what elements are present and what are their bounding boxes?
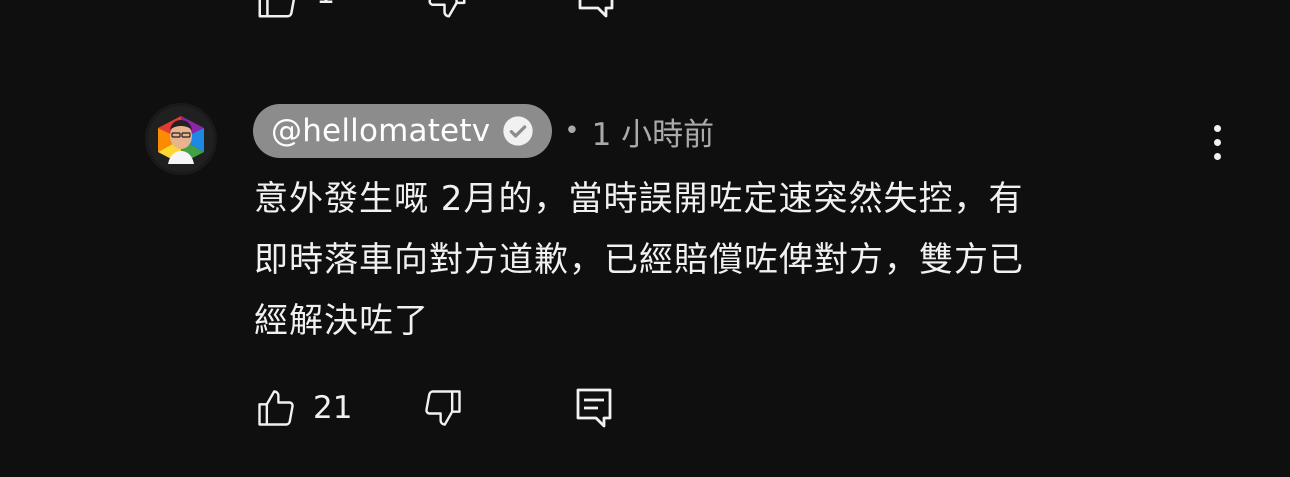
previous-like-button[interactable] <box>254 0 300 22</box>
dislike-button[interactable] <box>421 385 465 431</box>
previous-dislike-button[interactable] <box>424 0 470 22</box>
more-options-button[interactable] <box>1199 120 1235 164</box>
previous-like-count: 1 <box>316 0 335 11</box>
comment-line: 經解決咗了 <box>254 301 429 341</box>
comment-header: @hellomatetv • 1 小時前 <box>253 104 714 158</box>
comment-timestamp[interactable]: 1 小時前 <box>592 109 715 154</box>
separator-dot: • <box>564 116 580 146</box>
channel-avatar-icon <box>148 106 214 172</box>
more-vertical-icon-dot <box>1213 138 1221 146</box>
more-vertical-icon-dot <box>1213 152 1221 160</box>
comments-panel: 1 <box>0 0 1290 477</box>
reply-button[interactable] <box>574 385 614 431</box>
author-name: @hellomatetv <box>271 113 491 149</box>
reply-comment-icon <box>576 388 612 428</box>
verified-check-icon <box>502 115 534 147</box>
comment-line: 意外發生嘅 2月的，當時誤開咗定速突然失控，有 <box>254 179 1024 219</box>
comment-body: 意外發生嘅 2月的，當時誤開咗定速突然失控，有 即時落車向對方道歉，已經賠償咗俾… <box>254 169 1194 352</box>
reply-comment-icon <box>578 0 614 18</box>
comment-line: 即時落車向對方道歉，已經賠償咗俾對方，雙方已 <box>254 240 1024 280</box>
thumbs-down-icon <box>428 0 466 18</box>
avatar[interactable] <box>145 103 217 175</box>
more-vertical-icon <box>1213 124 1221 132</box>
previous-reply-button[interactable] <box>576 0 616 20</box>
thumbs-up-icon <box>258 390 294 426</box>
thumbs-down-icon <box>425 390 461 426</box>
like-button[interactable] <box>254 385 298 431</box>
comment-actions: 21 <box>254 385 654 431</box>
author-chip[interactable]: @hellomatetv <box>253 104 553 158</box>
thumbs-up-icon <box>258 0 296 18</box>
like-count: 21 <box>313 390 353 426</box>
